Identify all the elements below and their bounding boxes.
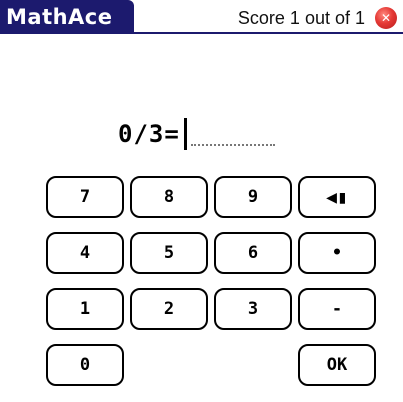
key-8[interactable]: 8 [130, 176, 208, 218]
close-icon[interactable]: ✕ [375, 7, 397, 29]
key-9[interactable]: 9 [214, 176, 292, 218]
key-4[interactable]: 4 [46, 232, 124, 274]
ok-button[interactable]: OK [298, 344, 376, 386]
text-cursor [183, 118, 187, 150]
key-0[interactable]: 0 [46, 344, 124, 386]
key-2[interactable]: 2 [130, 288, 208, 330]
key-1[interactable]: 1 [46, 288, 124, 330]
app-title[interactable]: MathAce [0, 0, 134, 34]
score-text: Score 1 out of 1 [237, 8, 365, 28]
answer-input[interactable] [190, 122, 275, 146]
backspace-button[interactable]: ◀▮ [298, 176, 376, 218]
title-bar: MathAce Score 1 out of 1 ✕ [0, 0, 403, 34]
key-3[interactable]: 3 [214, 288, 292, 330]
equation-text: 0/3= [118, 120, 180, 148]
equation: 0/3= [118, 116, 275, 152]
minus-button[interactable]: - [298, 288, 376, 330]
decimal-point-button[interactable]: • [298, 232, 376, 274]
key-6[interactable]: 6 [214, 232, 292, 274]
title-divider [0, 32, 403, 34]
key-7[interactable]: 7 [46, 176, 124, 218]
backspace-icon: ◀▮ [326, 186, 348, 208]
key-5[interactable]: 5 [130, 232, 208, 274]
